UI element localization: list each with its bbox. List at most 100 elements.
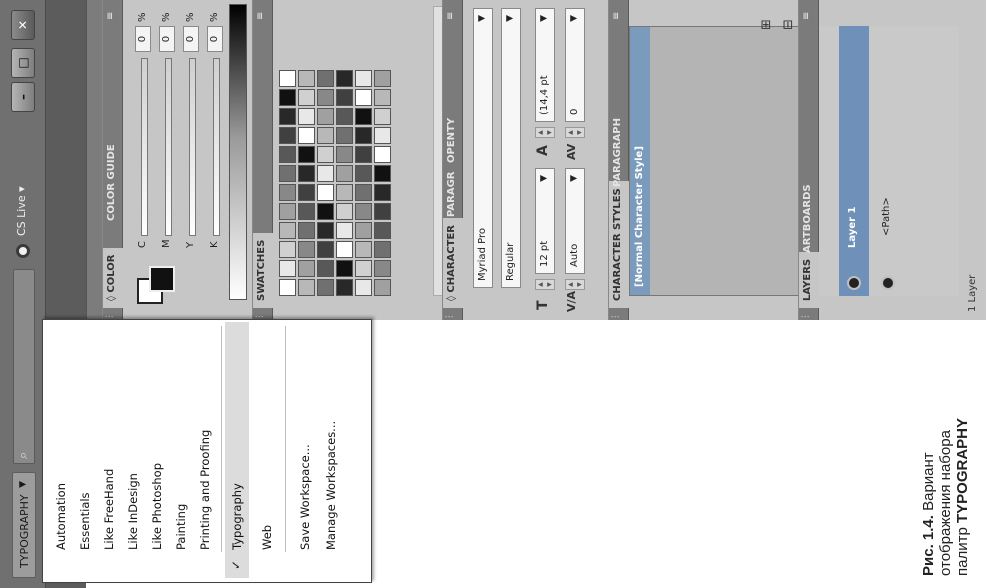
kerning-stepper[interactable]: ▲ ▼ — [565, 279, 585, 290]
swatch-tile[interactable] — [355, 260, 372, 277]
swatch-tile[interactable] — [336, 165, 353, 182]
swatch-tile[interactable] — [317, 222, 334, 239]
search-input[interactable]: ⌕ — [13, 269, 35, 464]
swatch-tile[interactable] — [279, 70, 296, 87]
swatch-tile[interactable] — [317, 89, 334, 106]
menu-item-save-workspace[interactable]: Save Workspace... — [293, 322, 317, 550]
panel-menu-icon[interactable]: ≡ — [105, 12, 116, 20]
swatch-tile[interactable] — [317, 241, 334, 258]
layer-name[interactable]: Layer 1 — [847, 207, 858, 248]
font-size-input[interactable]: 12 pt ▼ — [535, 168, 555, 274]
menu-item-automation[interactable]: Automation — [49, 322, 73, 550]
panel-menu-icon[interactable]: ≡ — [801, 12, 812, 20]
tab-layers[interactable]: LAYERS — [799, 251, 819, 308]
slider-c[interactable] — [141, 58, 148, 236]
swatch-tile[interactable] — [317, 279, 334, 296]
swatch-tile[interactable] — [374, 70, 391, 87]
swatch-tile[interactable] — [298, 260, 315, 277]
tab-paragraph-styles[interactable]: PARAGRAPH — [609, 111, 629, 194]
swatch-tile[interactable] — [355, 127, 372, 144]
swatch-tile[interactable] — [355, 203, 372, 220]
swatch-tile[interactable] — [298, 165, 315, 182]
panel-menu-icon[interactable]: ≡ — [611, 12, 622, 20]
swatch-tile[interactable] — [279, 89, 296, 106]
swatch-tile[interactable] — [317, 70, 334, 87]
leading-stepper[interactable]: ▲ ▼ — [535, 127, 555, 138]
swatch-tile[interactable] — [374, 279, 391, 296]
channel-value-c[interactable]: 0 — [135, 26, 151, 52]
delete-style-icon[interactable]: ⊟ — [781, 19, 796, 30]
menu-item-painting[interactable]: Painting — [169, 322, 193, 550]
swatch-tile[interactable] — [279, 260, 296, 277]
swatch-tile[interactable] — [317, 203, 334, 220]
menu-item-like-indesign[interactable]: Like InDesign — [121, 322, 145, 550]
swatch-tile[interactable] — [279, 146, 296, 163]
swatch-tile[interactable] — [355, 184, 372, 201]
swatch-tile[interactable] — [298, 108, 315, 125]
swatch-tile[interactable] — [374, 203, 391, 220]
swatch-tile[interactable] — [279, 184, 296, 201]
swatch-tile[interactable] — [298, 241, 315, 258]
swatch-tile[interactable] — [336, 260, 353, 277]
slider-y[interactable] — [189, 58, 196, 236]
list-item[interactable]: [Normal Character Style] — [630, 27, 650, 295]
visibility-eye-icon[interactable] — [881, 276, 895, 290]
swatch-tile[interactable] — [355, 241, 372, 258]
swatch-tile[interactable] — [336, 146, 353, 163]
menu-item-essentials[interactable]: Essentials — [73, 322, 97, 550]
workspace-switcher-button[interactable]: TYPOGRAPHY ▼ — [12, 472, 36, 578]
swatch-tile[interactable] — [374, 108, 391, 125]
swatch-tile[interactable] — [355, 279, 372, 296]
swatch-tile[interactable] — [279, 203, 296, 220]
channel-value-k[interactable]: 0 — [207, 26, 223, 52]
slider-m[interactable] — [165, 58, 172, 236]
swatch-tile[interactable] — [298, 70, 315, 87]
swatch-tile[interactable] — [279, 241, 296, 258]
tab-color[interactable]: ◊ COLOR — [103, 247, 123, 308]
tab-artboards[interactable]: ARTBOARDS — [799, 177, 819, 260]
stroke-swatch[interactable] — [149, 266, 175, 292]
swatch-tile[interactable] — [355, 108, 372, 125]
swatch-tile[interactable] — [279, 127, 296, 144]
swatch-tile[interactable] — [374, 222, 391, 239]
swatch-tile[interactable] — [355, 222, 372, 239]
swatch-tile[interactable] — [374, 184, 391, 201]
swatch-tile[interactable] — [279, 279, 296, 296]
channel-value-y[interactable]: 0 — [183, 26, 199, 52]
slider-k[interactable] — [213, 58, 220, 236]
swatch-tile[interactable] — [374, 241, 391, 258]
color-spectrum[interactable] — [229, 4, 247, 300]
table-row[interactable]: Layer 1 — [839, 26, 869, 296]
swatch-tile[interactable] — [336, 184, 353, 201]
swatch-tile[interactable] — [279, 108, 296, 125]
swatch-tile[interactable] — [374, 146, 391, 163]
menu-item-like-photoshop[interactable]: Like Photoshop — [145, 322, 169, 550]
tab-character[interactable]: ◊ CHARACTER — [443, 217, 463, 308]
swatch-tile[interactable] — [279, 222, 296, 239]
swatch-tile[interactable] — [336, 222, 353, 239]
swatch-tile[interactable] — [336, 203, 353, 220]
tab-opentype[interactable]: OPENTY — [443, 111, 463, 170]
sublayer-name[interactable]: <Path> — [881, 197, 892, 236]
swatch-tile[interactable] — [336, 279, 353, 296]
swatch-tile[interactable] — [355, 89, 372, 106]
tab-paragraph[interactable]: PARAGR — [443, 165, 463, 225]
menu-item-typography[interactable]: ✓ Typography — [225, 322, 249, 578]
swatch-tile[interactable] — [298, 279, 315, 296]
cs-live-menu[interactable]: CS Live ▾ — [15, 186, 28, 236]
tab-color-guide[interactable]: COLOR GUIDE — [103, 137, 123, 228]
swatch-tile[interactable] — [298, 203, 315, 220]
tab-character-styles[interactable]: CHARACTER STYLES — [609, 181, 629, 308]
swatch-tile[interactable] — [317, 127, 334, 144]
tab-swatches[interactable]: SWATCHES — [253, 232, 273, 308]
menu-item-web[interactable]: Web — [255, 322, 279, 550]
swatch-tile[interactable] — [317, 146, 334, 163]
swatch-tile[interactable] — [298, 127, 315, 144]
swatch-tile[interactable] — [336, 70, 353, 87]
font-style-select[interactable]: Regular ▼ — [501, 8, 521, 288]
minimize-button[interactable]: – — [11, 82, 35, 112]
swatch-tile[interactable] — [336, 241, 353, 258]
swatch-tile[interactable] — [355, 70, 372, 87]
swatch-tile[interactable] — [374, 165, 391, 182]
swatch-tile[interactable] — [336, 108, 353, 125]
